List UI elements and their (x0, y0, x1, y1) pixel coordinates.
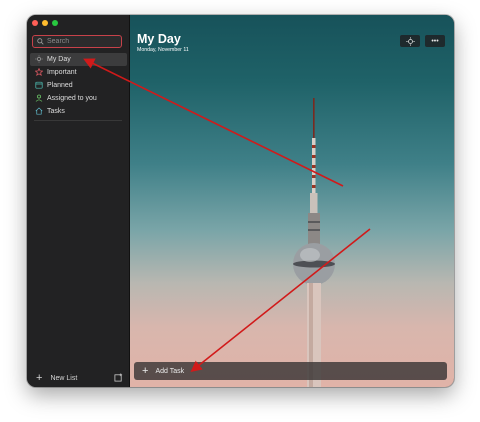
sidebar-divider (34, 120, 122, 121)
plus-icon: + (36, 372, 43, 384)
close-icon[interactable] (32, 20, 38, 26)
sidebar-item-label: Important (47, 68, 77, 76)
sidebar-item-my-day[interactable]: My Day (30, 53, 127, 66)
page-date: Monday, November 11 (137, 47, 189, 53)
background-image (293, 98, 335, 387)
new-list-button[interactable]: + New List (36, 372, 78, 384)
more-options-label: ••• (431, 37, 439, 45)
new-group-icon[interactable] (114, 373, 123, 382)
suggestions-button[interactable] (400, 35, 420, 47)
main-panel: My Day Monday, November 11 ••• + Add Tas… (130, 15, 454, 387)
sidebar-item-label: Planned (47, 81, 73, 89)
add-task-label: Add Task (155, 367, 185, 375)
sidebar-item-label: Tasks (47, 107, 65, 115)
page-title: My Day (137, 32, 181, 46)
star-icon (34, 68, 43, 77)
sidebar-item-important[interactable]: Important (30, 66, 127, 79)
more-options-button[interactable]: ••• (425, 35, 445, 47)
sidebar-item-tasks[interactable]: Tasks (30, 105, 127, 118)
new-list-label: New List (50, 374, 78, 382)
sidebar-nav: My Day Important Planned Assigned to you (30, 53, 127, 118)
sun-icon (34, 55, 43, 64)
plus-icon: + (142, 365, 149, 377)
add-task-bar[interactable]: + Add Task (134, 362, 447, 380)
minimize-icon[interactable] (42, 20, 48, 26)
search-icon (37, 38, 44, 45)
traffic-lights (32, 20, 58, 26)
sidebar: My Day Important Planned Assigned to you (27, 15, 130, 387)
calendar-icon (34, 81, 43, 90)
sidebar-item-planned[interactable]: Planned (30, 79, 127, 92)
sidebar-item-label: Assigned to you (47, 94, 97, 102)
home-icon (34, 107, 43, 116)
sidebar-item-label: My Day (47, 55, 71, 63)
app-window: My Day Important Planned Assigned to you (27, 15, 454, 387)
person-icon (34, 94, 43, 103)
zoom-icon[interactable] (52, 20, 58, 26)
search-box[interactable] (32, 35, 122, 48)
sidebar-item-assigned[interactable]: Assigned to you (30, 92, 127, 105)
lightbulb-icon (405, 36, 415, 46)
search-input[interactable] (44, 38, 117, 45)
